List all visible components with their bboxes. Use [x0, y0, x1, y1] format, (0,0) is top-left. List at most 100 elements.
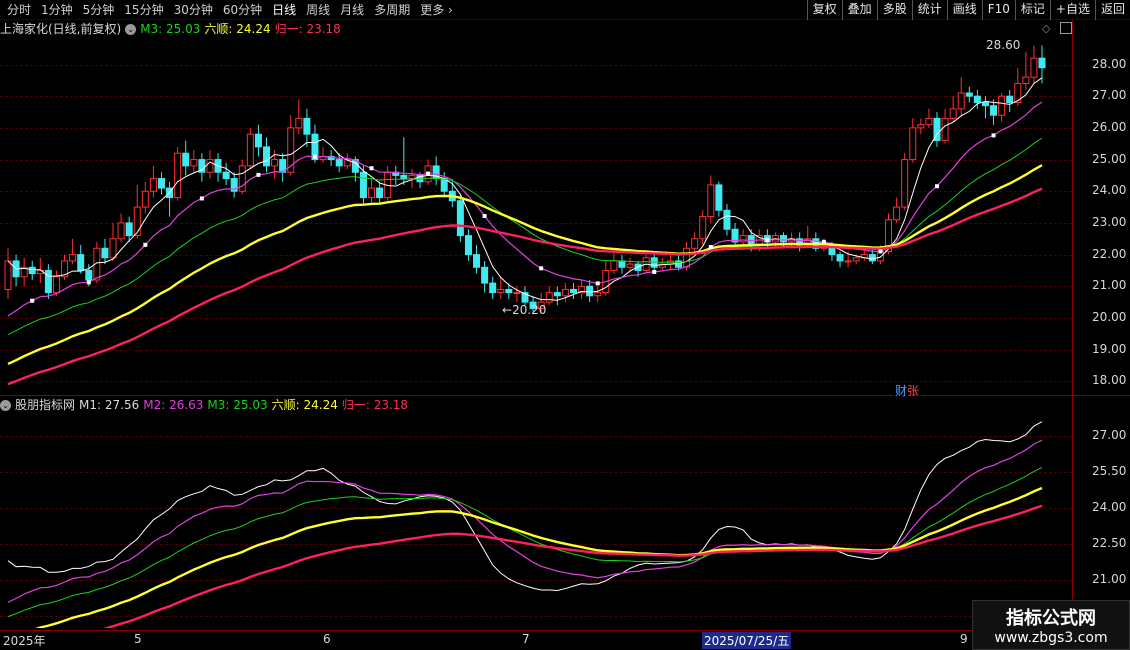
date-june: 6 [323, 632, 331, 646]
sub-axis-label-1: 25.50 [1092, 463, 1127, 478]
candle [190, 150, 198, 173]
liushun-line [35, 486, 1043, 628]
main-chart-header: 上海家化(日线,前复权) ⌄ M3: 25.03 六顺: 24.24 归一: 2… [0, 21, 345, 37]
badge-b: 张 [907, 384, 920, 398]
chevron-down-icon[interactable]: ⌄ [0, 399, 11, 411]
candle [731, 222, 739, 246]
sub-axis-label-3: 22.50 [1092, 535, 1127, 550]
candle [456, 194, 464, 242]
date-year: 2025年 [3, 634, 46, 648]
ma-marker [256, 172, 261, 177]
toolbar-button-1[interactable]: 叠加 [841, 0, 877, 20]
ma-marker [539, 266, 544, 271]
candle [214, 153, 222, 182]
m2-line [7, 439, 1043, 603]
price-axis-line [1072, 20, 1073, 630]
watermark-title: 指标公式网 [1006, 608, 1096, 629]
m2-value: M2: 26.63 [143, 398, 204, 412]
main-axis-label-7: 21.00 [1092, 278, 1127, 293]
toolbar-actions: 复权 叠加 多股 统计 画线 F10 标记 +自选 返回 [806, 0, 1130, 20]
candle [319, 146, 327, 163]
sub-chart-header: ⌄ 股朋指标网 M1: 27.56 M2: 26.63 M3: 25.03 六顺… [0, 397, 412, 413]
stock-title[interactable]: 上海家化(日线,前复权) [0, 21, 121, 37]
liushun-value: 六顺: 24.24 [204, 22, 271, 36]
top-toolbar: 分时1分钟5分钟15分钟30分钟60分钟日线周线月线多周期更多 复权叠加多股统计… [0, 0, 1130, 20]
candlestick-chart[interactable] [0, 36, 1072, 394]
candle [359, 165, 367, 204]
toolbar-button-2[interactable]: 多股 [876, 0, 912, 20]
ma-marker [426, 171, 431, 176]
sub-axis-label-2: 24.00 [1092, 499, 1127, 514]
date-axis: 2025年 5 6 7 2025/07/25/五 9 [0, 630, 1072, 650]
period-tab-6[interactable]: 日线 [267, 0, 301, 20]
candle [230, 172, 238, 198]
toolbar-button-4[interactable]: 画线 [946, 0, 982, 20]
period-tab-7[interactable]: 周线 [301, 0, 335, 20]
indicator-chart[interactable] [0, 414, 1072, 628]
period-tab-8[interactable]: 月线 [335, 0, 369, 20]
toolbar-button-8[interactable]: 返回 [1094, 0, 1130, 20]
candle [44, 264, 52, 299]
candle [12, 254, 20, 287]
candle [489, 276, 497, 299]
candle [545, 286, 553, 306]
diamond-icon[interactable]: ◇ [1042, 22, 1050, 35]
period-tab-0[interactable]: 分时 [2, 0, 36, 20]
liushun-value: 六顺: 24.24 [271, 398, 338, 412]
toolbar-button-0[interactable]: 复权 [806, 0, 842, 20]
toolbar-button-6[interactable]: 标记 [1014, 0, 1050, 20]
m1-line [7, 421, 1043, 591]
chevron-down-icon[interactable]: ⌄ [125, 23, 137, 35]
candle [707, 175, 715, 223]
ma-marker [878, 249, 883, 254]
news-badge[interactable]: 财张 [893, 382, 922, 399]
candle [376, 181, 384, 204]
candle [117, 213, 125, 242]
candle [602, 260, 610, 296]
m2-line [7, 101, 1043, 317]
ma-marker [312, 154, 317, 159]
candle [133, 184, 141, 239]
toolbar-button-7[interactable]: +自选 [1049, 0, 1095, 20]
candle [303, 108, 311, 147]
low-price-value: 20.20 [512, 303, 547, 317]
period-tab-1[interactable]: 1分钟 [36, 0, 78, 20]
candle [157, 172, 165, 195]
period-tab-3[interactable]: 15分钟 [119, 0, 168, 20]
candle [497, 276, 505, 299]
candle [893, 197, 901, 223]
candle [949, 96, 957, 122]
candle [965, 86, 973, 103]
high-price-label: 28.60 [986, 38, 1021, 52]
window-toggle-icon[interactable] [1060, 22, 1072, 34]
date-july: 7 [522, 632, 530, 646]
low-price-label: ←20.20 [502, 303, 547, 317]
candle [368, 178, 376, 204]
candle [998, 93, 1006, 122]
candle [1030, 45, 1038, 84]
m1-line [7, 77, 1043, 301]
toolbar-button-3[interactable]: 统计 [911, 0, 947, 20]
toolbar-button-5[interactable]: F10 [981, 0, 1015, 20]
period-tab-5[interactable]: 60分钟 [218, 0, 267, 20]
period-tab-4[interactable]: 30分钟 [169, 0, 218, 20]
panel-divider [0, 395, 1130, 396]
ma-marker [482, 213, 487, 218]
candle [569, 283, 577, 299]
period-tab-9[interactable]: 多周期 [369, 0, 415, 20]
indicator-name[interactable]: 股朋指标网 [15, 397, 75, 413]
candle [626, 257, 634, 271]
main-axis-label-4: 24.00 [1092, 183, 1127, 198]
candle [578, 279, 586, 299]
candle [981, 96, 989, 119]
period-tab-10[interactable]: 更多 [415, 0, 458, 20]
candle [149, 165, 157, 198]
candle [182, 140, 190, 176]
main-axis-label-3: 25.00 [1092, 151, 1127, 166]
period-tab-2[interactable]: 5分钟 [78, 0, 120, 20]
candle [933, 112, 941, 147]
candle [448, 181, 456, 208]
ma-marker [143, 242, 148, 247]
ma-marker [86, 280, 91, 285]
m3-value: M3: 25.03 [140, 22, 201, 36]
